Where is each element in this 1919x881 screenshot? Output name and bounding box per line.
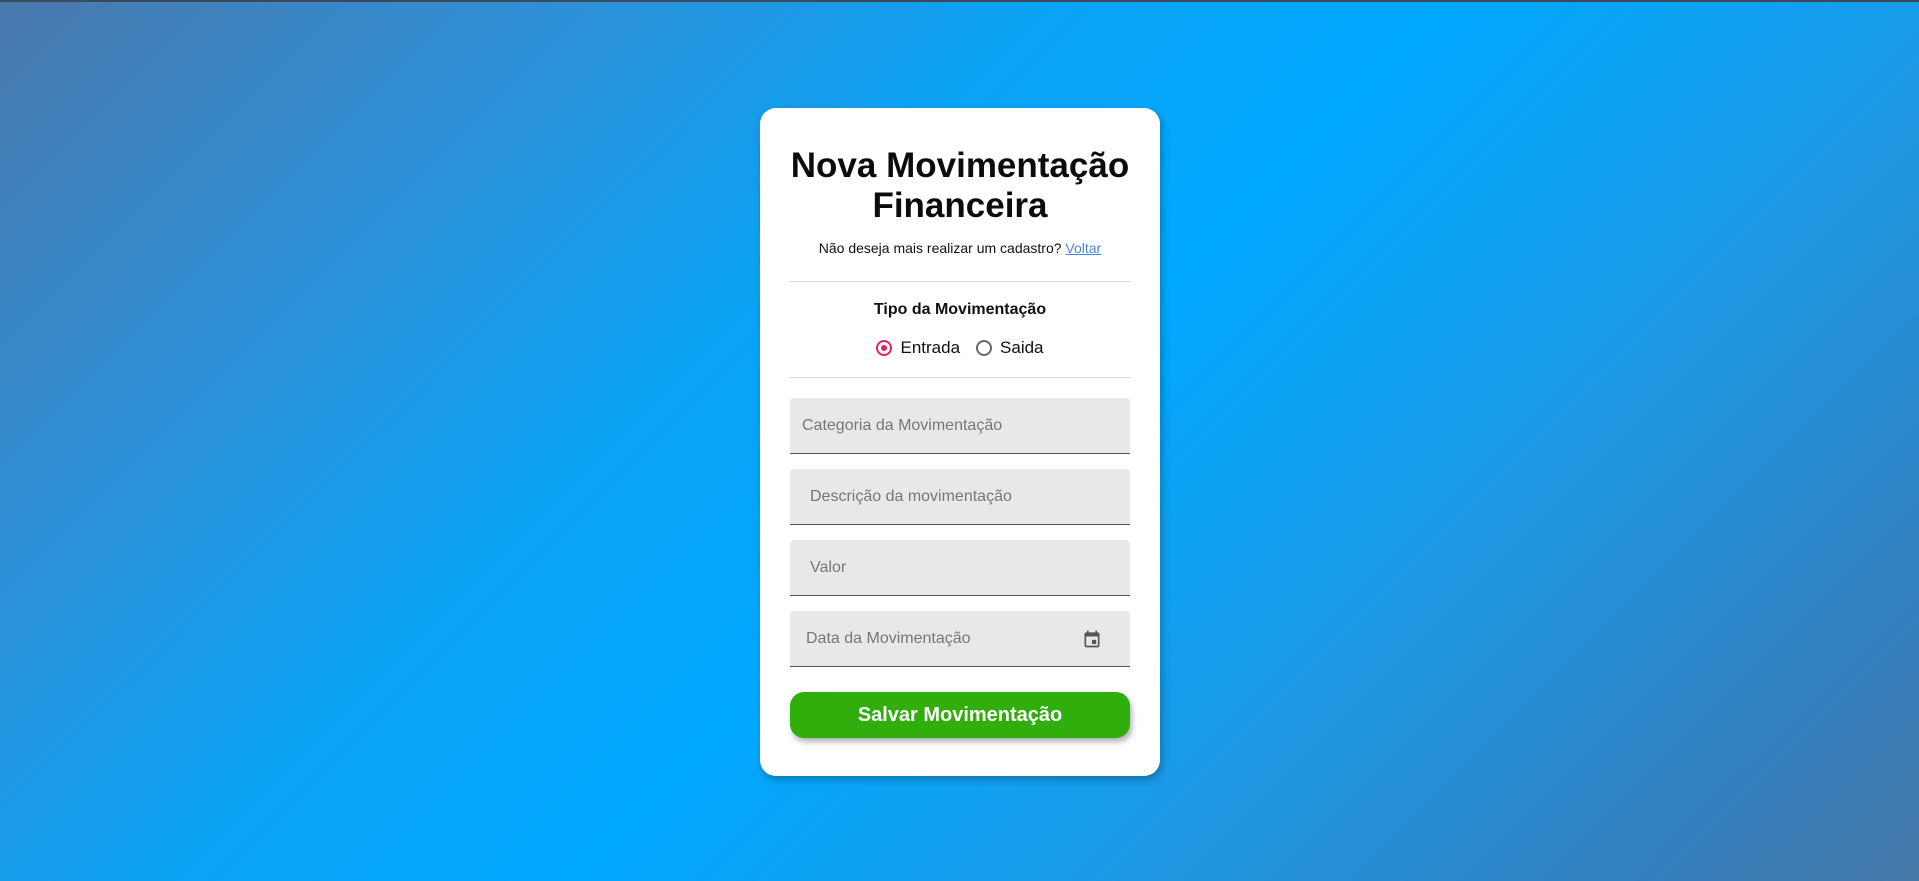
movement-form-card: Nova Movimentação Financeira Não deseja … <box>760 108 1160 776</box>
description-placeholder: Descrição da movimentação <box>810 487 1012 505</box>
date-input[interactable]: Data da Movimentação <box>790 611 1130 667</box>
radio-entrada[interactable]: Entrada <box>876 338 960 358</box>
category-input[interactable]: Categoria da Movimentação <box>790 398 1130 454</box>
cancel-prompt: Não deseja mais realizar um cadastro? Vo… <box>790 238 1130 258</box>
calendar-icon[interactable] <box>1082 629 1102 649</box>
date-placeholder: Data da Movimentação <box>806 629 971 647</box>
movement-type-radio-group: Entrada Saida <box>790 336 1130 360</box>
divider <box>790 377 1130 378</box>
back-link[interactable]: Voltar <box>1065 240 1101 256</box>
movement-type-label: Tipo da Movimentação <box>873 301 1047 318</box>
divider <box>790 281 1130 282</box>
radio-saida[interactable]: Saida <box>976 338 1044 358</box>
category-placeholder: Categoria da Movimentação <box>802 416 1003 434</box>
window-top-border <box>0 0 1919 2</box>
description-input[interactable]: Descrição da movimentação <box>790 469 1130 525</box>
value-input[interactable]: Valor <box>790 540 1130 596</box>
page-title: Nova Movimentação Financeira <box>790 146 1130 225</box>
value-placeholder: Valor <box>810 558 847 576</box>
radio-checked-icon[interactable] <box>876 340 893 356</box>
radio-entrada-label: Entrada <box>900 338 961 357</box>
radio-unchecked-icon[interactable] <box>976 340 993 356</box>
radio-saida-label: Saida <box>1000 338 1044 357</box>
cancel-prompt-text: Não deseja mais realizar um cadastro? <box>818 240 1066 256</box>
save-movement-button[interactable]: Salvar Movimentação <box>790 692 1130 738</box>
